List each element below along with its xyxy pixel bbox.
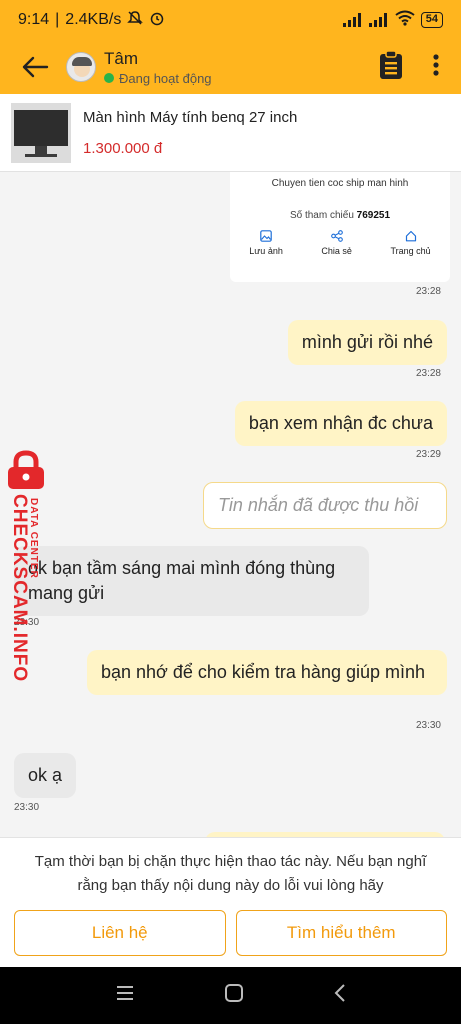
battery-indicator: 54 — [420, 12, 443, 28]
share-button[interactable]: Chia sẻ — [321, 230, 352, 256]
status-speed: 2.4KB/s — [65, 11, 122, 28]
back-nav-icon[interactable] — [333, 983, 347, 1008]
transfer-receipt-card[interactable]: Chuyen tien coc ship man hinh Số tham ch… — [230, 172, 450, 282]
share-icon — [330, 230, 343, 242]
back-button[interactable] — [10, 40, 60, 94]
blocked-message: Tạm thời bạn bị chặn thực hiện thao tác … — [34, 853, 427, 894]
ref-number: 769251 — [356, 210, 391, 221]
menu-icon[interactable] — [115, 985, 135, 1006]
clipboard-icon[interactable] — [379, 49, 403, 85]
learn-more-button[interactable]: Tìm hiểu thêm — [235, 910, 447, 956]
system-nav-bar — [0, 967, 461, 1024]
message-bubble-mine[interactable]: mình gửi rồi nhé — [287, 320, 447, 365]
product-title: Màn hình Máy tính benq 27 inch — [83, 108, 298, 126]
contact-button[interactable]: Liên hệ — [14, 910, 226, 956]
contact-name: Tâm — [104, 48, 138, 68]
avatar[interactable] — [66, 52, 96, 82]
message-time: 23:30 — [14, 802, 40, 813]
home-button[interactable]: Trang chủ — [390, 230, 431, 256]
message-bubble-mine[interactable]: bạn nhớ để cho kiểm tra hàng giúp mình — [87, 650, 447, 695]
product-thumbnail — [11, 102, 71, 163]
message-time: 23:30 — [415, 720, 441, 731]
message-bubble-theirs[interactable]: ok bạn tầm sáng mai mình đóng thùng mang… — [14, 546, 369, 616]
online-status: Đang hoạt động — [119, 70, 212, 86]
home-square-icon[interactable] — [224, 983, 244, 1008]
status-time: 9:14 — [18, 11, 50, 28]
product-card[interactable]: Màn hình Máy tính benq 27 inch 1.300.000… — [0, 94, 461, 172]
recalled-message[interactable]: Tin nhắn đã được thu hồi — [203, 482, 447, 529]
chat-header: Tâm Đang hoạt động — [0, 40, 461, 94]
chat-area[interactable]: Chuyen tien coc ship man hinh Số tham ch… — [0, 172, 461, 837]
signal-icon — [342, 13, 363, 27]
home-icon — [405, 230, 416, 242]
save-image-button[interactable]: Lưu ảnh — [249, 230, 283, 256]
message-time: 23:28 — [415, 368, 441, 379]
message-time: 23:30 — [14, 617, 40, 628]
signal-icon — [368, 13, 389, 27]
blocked-notice: Tạm thời bạn bị chặn thực hiện thao tác … — [0, 837, 461, 967]
image-icon — [260, 230, 272, 242]
mute-icon — [127, 10, 144, 31]
online-dot-icon — [104, 73, 114, 83]
message-bubble-theirs[interactable]: ok ạ — [14, 753, 77, 798]
message-bubble-mine[interactable]: bạn xem nhận đc chưa — [234, 401, 447, 446]
status-bar: 9:14 | 2.4KB/s 54 — [0, 0, 461, 40]
product-price: 1.300.000 đ — [83, 139, 163, 157]
wifi-icon — [395, 10, 415, 31]
ref-label: Số tham chiếu — [289, 210, 354, 221]
transfer-title: Chuyen tien coc ship man hinh — [271, 178, 409, 189]
arrow-left-icon — [22, 56, 49, 78]
message-time: 23:29 — [415, 449, 441, 460]
message-time: 23:28 — [415, 286, 441, 297]
user-info[interactable]: Tâm Đang hoạt động — [104, 49, 212, 86]
alarm-icon — [149, 10, 165, 31]
more-vert-icon[interactable] — [433, 53, 439, 81]
